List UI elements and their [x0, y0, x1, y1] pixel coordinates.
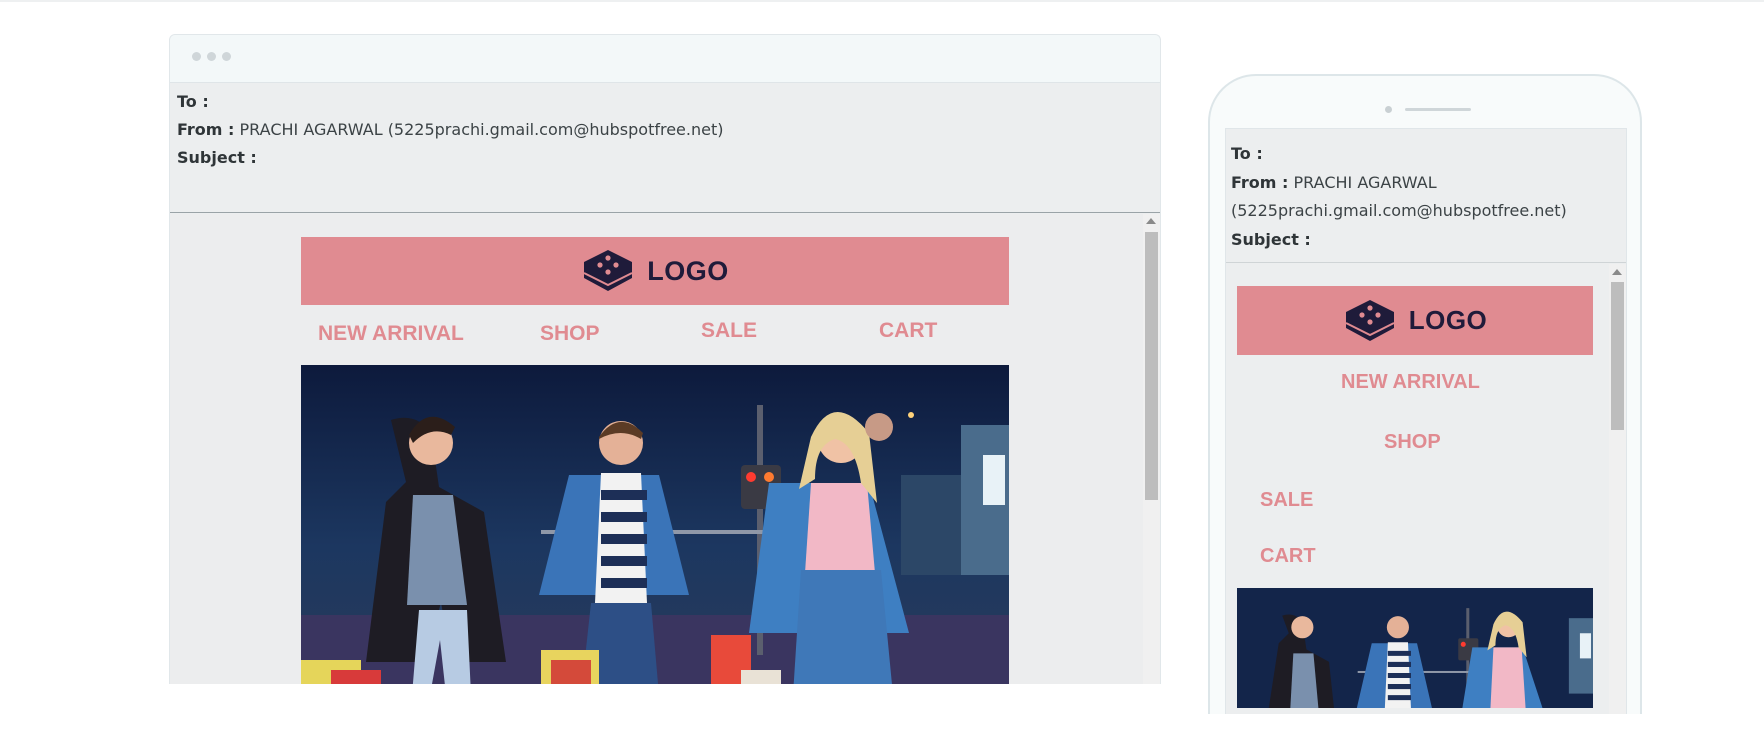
hero-photo-illustration	[301, 365, 1009, 684]
nav-shop[interactable]: SHOP	[540, 322, 600, 346]
window-controls	[192, 52, 231, 61]
mobile-hero-image[interactable]	[1237, 588, 1593, 708]
from-value: PRACHI AGARWAL (5225prachi.gmail.com@hub…	[239, 120, 724, 139]
phone-camera-icon	[1385, 106, 1392, 113]
window-dot-icon	[207, 52, 216, 61]
email-headers: To : From : PRACHI AGARWAL (5225prachi.g…	[170, 83, 1160, 213]
mobile-scrollbar-thumb[interactable]	[1611, 282, 1624, 430]
subject-label: Subject :	[177, 148, 257, 167]
from-label: From :	[177, 120, 235, 139]
desktop-scrollbar[interactable]	[1143, 214, 1160, 684]
email-nav: NEW ARRIVAL SHOP SALE CART	[301, 305, 1009, 365]
mobile-email-template: LOGO NEW ARRIVAL SHOP SALE CART	[1237, 286, 1593, 708]
email-preview-body: LOGO NEW ARRIVAL SHOP SALE CART	[170, 214, 1160, 684]
cube-logo-icon	[1345, 299, 1395, 341]
nav-new-arrival[interactable]: NEW ARRIVAL	[318, 322, 464, 346]
mobile-nav-sale[interactable]: SALE	[1260, 489, 1313, 512]
mobile-scroll-up-icon[interactable]	[1612, 269, 1622, 275]
window-titlebar	[170, 35, 1160, 83]
mobile-to-label: To :	[1231, 144, 1263, 163]
phone-speaker-icon	[1405, 108, 1471, 111]
mobile-subject-label: Subject :	[1231, 229, 1311, 249]
mobile-from-name: PRACHI AGARWAL	[1293, 172, 1437, 192]
to-row: To :	[177, 88, 1153, 116]
logo-text: LOGO	[647, 255, 729, 286]
hero-image[interactable]	[301, 365, 1009, 684]
subject-row: Subject :	[177, 144, 1153, 172]
mobile-scrollbar[interactable]	[1609, 264, 1626, 714]
cube-logo-icon	[583, 250, 633, 291]
logo-banner[interactable]: LOGO	[301, 237, 1009, 305]
top-divider	[0, 0, 1764, 2]
desktop-preview: To : From : PRACHI AGARWAL (5225prachi.g…	[169, 34, 1161, 684]
mobile-to-row: To :	[1231, 140, 1621, 169]
mobile-nav-new-arrival[interactable]: NEW ARRIVAL	[1341, 371, 1480, 394]
mobile-from-row: From : PRACHI AGARWAL	[1231, 169, 1621, 198]
nav-cart[interactable]: CART	[879, 319, 937, 343]
scroll-up-icon[interactable]	[1146, 218, 1156, 224]
scrollbar-thumb[interactable]	[1145, 232, 1158, 500]
mobile-logo-text: LOGO	[1408, 305, 1488, 335]
mobile-subject-row: Subject :	[1231, 226, 1621, 255]
from-row: From : PRACHI AGARWAL (5225prachi.gmail.…	[177, 116, 1153, 144]
mobile-from-email-row: (5225prachi.gmail.com@hubspotfree.net)	[1231, 197, 1621, 226]
mobile-email-body: LOGO NEW ARRIVAL SHOP SALE CART	[1226, 264, 1626, 714]
window-dot-icon	[192, 52, 201, 61]
email-template: LOGO NEW ARRIVAL SHOP SALE CART	[301, 237, 1009, 684]
mobile-hero-photo-illustration	[1237, 588, 1593, 708]
mobile-email-headers: To : From : PRACHI AGARWAL (5225prachi.g…	[1226, 129, 1626, 263]
phone-screen: To : From : PRACHI AGARWAL (5225prachi.g…	[1225, 128, 1627, 714]
mobile-from-label: From :	[1231, 172, 1289, 192]
mobile-nav-shop[interactable]: SHOP	[1384, 431, 1441, 454]
mobile-email-nav: NEW ARRIVAL SHOP SALE CART	[1237, 355, 1593, 588]
nav-sale[interactable]: SALE	[701, 319, 757, 343]
mobile-logo-banner[interactable]: LOGO	[1237, 286, 1593, 355]
mobile-preview: To : From : PRACHI AGARWAL (5225prachi.g…	[1208, 74, 1642, 714]
mobile-from-email: (5225prachi.gmail.com@hubspotfree.net)	[1231, 201, 1567, 220]
to-label: To :	[177, 92, 209, 111]
window-dot-icon	[222, 52, 231, 61]
mobile-nav-cart[interactable]: CART	[1260, 545, 1316, 568]
